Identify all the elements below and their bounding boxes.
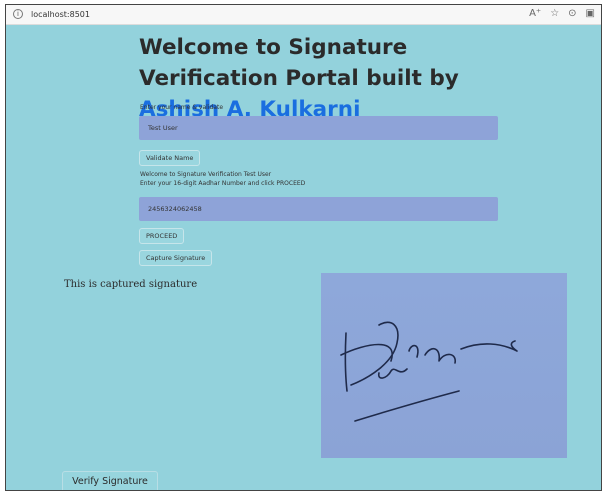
extension-icon[interactable]: ⊙: [568, 8, 576, 19]
address-bar[interactable]: i localhost:8501 A⁺ ☆ ⊙ ▣: [6, 5, 601, 25]
aadhar-input[interactable]: 2456324062458: [139, 197, 498, 221]
collections-icon[interactable]: ▣: [586, 8, 595, 19]
browser-toolbar: A⁺ ☆ ⊙ ▣: [529, 8, 595, 19]
proceed-button[interactable]: PROCEED: [139, 228, 185, 244]
star-icon[interactable]: ☆: [550, 8, 559, 19]
aadhar-label: Enter your 16-digit Aadhar Number and cl…: [140, 180, 306, 187]
signature-image: [321, 273, 567, 458]
info-icon[interactable]: i: [13, 9, 23, 19]
url-text[interactable]: localhost:8501: [31, 10, 90, 19]
signature-strokes: [340, 321, 518, 422]
name-label: Enter your name & validate: [140, 104, 224, 111]
page-title: Welcome to Signature Verification Portal…: [139, 32, 519, 125]
validate-name-button[interactable]: Validate Name: [139, 150, 201, 166]
verify-signature-button[interactable]: Verify Signature: [62, 471, 158, 490]
name-input[interactable]: Test User: [139, 116, 498, 140]
font-size-icon[interactable]: A⁺: [529, 8, 541, 19]
title-prefix: Welcome to Signature Verification Portal…: [139, 35, 459, 91]
capture-signature-button[interactable]: Capture Signature: [139, 250, 213, 266]
welcome-text: Welcome to Signature Verification Test U…: [140, 171, 272, 178]
captured-signature-caption: This is captured signature: [64, 279, 198, 290]
browser-window: i localhost:8501 A⁺ ☆ ⊙ ▣ Welcome to Sig…: [5, 4, 602, 491]
